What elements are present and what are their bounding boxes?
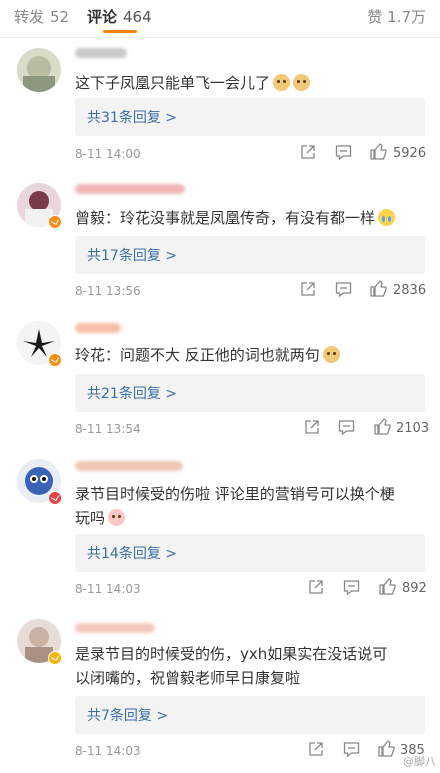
- avatar[interactable]: [17, 48, 61, 92]
- doge-icon: [293, 74, 311, 91]
- username-blurred[interactable]: [75, 48, 127, 58]
- like-count: 2836: [393, 283, 427, 298]
- share-icon[interactable]: [304, 419, 320, 435]
- replies-link[interactable]: 共7条回复 >: [75, 696, 425, 734]
- comment-text: 曾毅：玲花没事就是凤凰传奇，有没有都一样: [75, 206, 420, 230]
- reply-icon[interactable]: [343, 741, 360, 757]
- like-icon[interactable]: [379, 578, 397, 595]
- comment-body-line2: 玩吗: [75, 509, 106, 527]
- like-icon[interactable]: [378, 740, 396, 757]
- tab-likes-label: 赞: [367, 8, 383, 26]
- comment-body-line2-wrap: 玩吗: [75, 506, 420, 530]
- share-icon[interactable]: [300, 144, 316, 160]
- active-tab-indicator: [103, 30, 137, 33]
- crying-icon: [378, 209, 396, 226]
- verified-badge: [48, 215, 62, 229]
- tab-comments-label: 评论: [87, 8, 118, 26]
- verified-badge: [48, 353, 62, 367]
- comment-body-line2: 以闭嘴的，祝曾毅老师早日康复啦: [75, 669, 301, 687]
- username-blurred[interactable]: [75, 461, 183, 471]
- comment-item: 是录节目的时候受的伤，yxh如果实在没话说可 以闭嘴的，祝曾毅老师早日康复啦 共…: [0, 605, 440, 773]
- comment-body: 玲花：问题不大 反正他的词也就两句: [75, 346, 320, 364]
- username-blurred[interactable]: [75, 323, 121, 333]
- tab-forward-count: 52: [50, 8, 70, 26]
- comment-body: 这下子凤凰只能单飞一会儿了: [75, 74, 271, 92]
- replies-count: 共14条回复 >: [87, 546, 177, 562]
- share-icon[interactable]: [308, 579, 324, 595]
- like-icon[interactable]: [370, 280, 388, 297]
- doge-icon: [273, 74, 291, 91]
- comment-time: 8-11 13:56: [75, 284, 141, 298]
- reply-icon[interactable]: [343, 579, 360, 595]
- comment-text: 录节目时候受的伤啦 评论里的营销号可以换个梗 玩吗: [75, 482, 420, 530]
- reply-icon[interactable]: [338, 419, 355, 435]
- doge-icon: [322, 346, 340, 363]
- tab-forward-label: 转发: [14, 8, 45, 26]
- comment-text: 是录节目的时候受的伤，yxh如果实在没话说可 以闭嘴的，祝曾毅老师早日康复啦: [75, 642, 420, 690]
- comment-body-line1: 是录节目的时候受的伤，yxh如果实在没话说可: [75, 645, 388, 663]
- replies-count: 共31条回复 >: [87, 110, 177, 126]
- replies-link[interactable]: 共14条回复 >: [75, 534, 425, 572]
- replies-count: 共17条回复 >: [87, 248, 177, 264]
- reply-icon[interactable]: [335, 281, 352, 297]
- like-icon[interactable]: [374, 418, 392, 435]
- replies-count: 共21条回复 >: [87, 386, 177, 402]
- username-blurred[interactable]: [75, 184, 185, 194]
- comment-item: 录节目时候受的伤啦 评论里的营销号可以换个梗 玩吗 共14条回复 > 8-11 …: [0, 445, 440, 605]
- like-icon[interactable]: [370, 143, 388, 160]
- watermark: @脚八: [403, 755, 436, 768]
- pig-icon: [108, 509, 126, 526]
- comment-body: 曾毅：玲花没事就是凤凰传奇，有没有都一样: [75, 209, 376, 227]
- comment-time: 8-11 14:03: [75, 582, 141, 596]
- comment-time: 8-11 14:03: [75, 744, 141, 758]
- comment-body-line1: 录节目时候受的伤啦 评论里的营销号可以换个梗: [75, 485, 395, 503]
- share-icon[interactable]: [308, 741, 324, 757]
- comment-text: 这下子凤凰只能单飞一会儿了: [75, 71, 420, 95]
- comment-time: 8-11 14:00: [75, 147, 141, 161]
- comment-tab-bar: 转发 52 评论 464 赞 1.7万: [0, 0, 440, 38]
- comment-item: 这下子凤凰只能单飞一会儿了 共31条回复 > 8-11 14:00 5926: [0, 38, 440, 173]
- replies-link[interactable]: 共21条回复 >: [75, 374, 425, 412]
- avatar-image: [17, 48, 61, 92]
- reply-icon[interactable]: [335, 144, 352, 160]
- comment-item: 曾毅：玲花没事就是凤凰传奇，有没有都一样 共17条回复 > 8-11 13:56…: [0, 173, 440, 309]
- tab-likes-count: 1.7万: [387, 8, 426, 26]
- username-blurred[interactable]: [75, 623, 155, 633]
- verified-badge: [48, 491, 62, 505]
- verified-badge: [48, 651, 62, 665]
- replies-link[interactable]: 共17条回复 >: [75, 236, 425, 274]
- tab-forward[interactable]: 转发 52: [14, 6, 69, 27]
- like-count: 5926: [393, 146, 427, 161]
- tab-likes[interactable]: 赞 1.7万: [367, 6, 426, 27]
- like-count: 2103: [396, 421, 430, 436]
- replies-link[interactable]: 共31条回复 >: [75, 98, 425, 136]
- replies-count: 共7条回复 >: [87, 708, 169, 724]
- like-count: 892: [402, 581, 427, 596]
- tab-comments[interactable]: 评论 464: [87, 6, 152, 27]
- comment-item: 玲花：问题不大 反正他的词也就两句 共21条回复 > 8-11 13:54 21…: [0, 309, 440, 445]
- comment-text: 玲花：问题不大 反正他的词也就两句: [75, 343, 420, 367]
- comment-time: 8-11 13:54: [75, 422, 141, 436]
- tab-comments-count: 464: [123, 8, 152, 26]
- share-icon[interactable]: [300, 281, 316, 297]
